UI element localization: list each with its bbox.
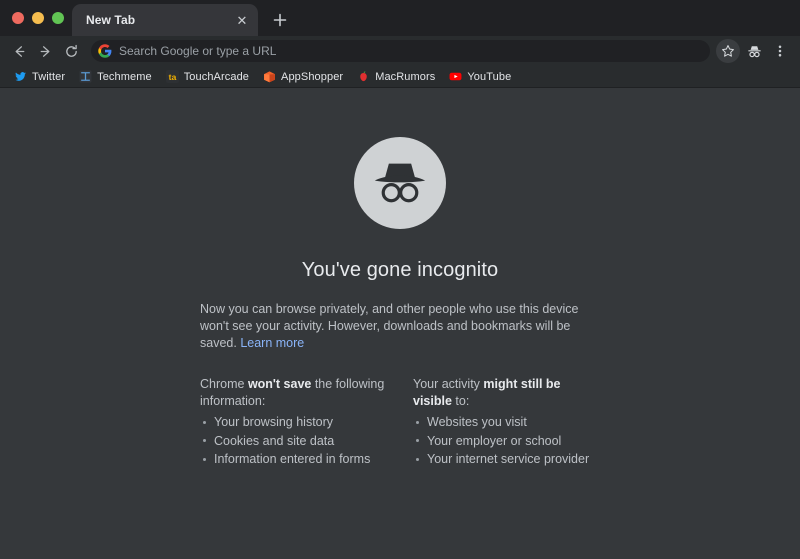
techmeme-icon <box>79 70 92 83</box>
window-maximize-button[interactable] <box>52 12 64 24</box>
bookmark-youtube[interactable]: YouTube <box>443 68 517 86</box>
macrumors-apple-icon <box>360 71 367 82</box>
browser-toolbar: Search Google or type a URL <box>0 36 800 66</box>
heading-suffix: to: <box>451 393 470 408</box>
info-columns: Chrome won't save the following informat… <box>200 376 600 470</box>
bookmarks-bar: Twitter Techmeme ta TouchArcade AppShopp… <box>0 66 800 88</box>
list-item: Your employer or school <box>413 433 600 449</box>
list-still-visible: Websites you visit Your employer or scho… <box>413 414 600 467</box>
list-item: Information entered in forms <box>200 451 387 467</box>
browser-window: New Tab ✕ Search Google or type a URL Tw… <box>0 0 800 559</box>
forward-button[interactable] <box>32 38 58 64</box>
tab-strip: New Tab ✕ <box>0 0 800 36</box>
learn-more-link[interactable]: Learn more <box>240 336 304 350</box>
page-title: You've gone incognito <box>301 259 499 281</box>
column-heading: Chrome won't save the following informat… <box>200 376 387 410</box>
youtube-icon <box>449 72 462 81</box>
window-close-button[interactable] <box>12 12 24 24</box>
bookmark-macrumors[interactable]: MacRumors <box>351 68 441 86</box>
incognito-avatar <box>354 137 446 229</box>
star-icon <box>722 45 734 57</box>
window-minimize-button[interactable] <box>32 12 44 24</box>
svg-text:ta: ta <box>168 72 176 82</box>
incognito-hat-glasses-icon <box>374 163 426 203</box>
heading-emphasis: won't save <box>247 376 312 391</box>
tab-new-tab[interactable]: New Tab ✕ <box>72 4 258 36</box>
bookmark-label: YouTube <box>467 70 512 83</box>
heading-prefix: Your activity <box>413 376 484 391</box>
plus-icon <box>273 13 287 27</box>
incognito-content: Now you can browse privately, and other … <box>200 301 600 470</box>
browser-menu-button[interactable] <box>768 39 792 63</box>
heading-prefix: Chrome <box>200 376 248 391</box>
appshopper-icon <box>264 71 275 83</box>
tab-close-icon[interactable]: ✕ <box>234 12 250 28</box>
bookmark-twitter[interactable]: Twitter <box>8 68 71 86</box>
list-item: Your browsing history <box>200 414 387 430</box>
incognito-icon <box>747 45 761 57</box>
twitter-bird-icon <box>15 72 26 81</box>
three-dot-menu-icon <box>778 45 782 57</box>
bookmark-appshopper[interactable]: AppShopper <box>257 68 349 86</box>
list-wont-save: Your browsing history Cookies and site d… <box>200 414 387 467</box>
bookmark-label: AppShopper <box>281 70 344 83</box>
reload-icon <box>65 44 77 57</box>
bookmark-label: TouchArcade <box>183 70 250 83</box>
omnibox-placeholder: Search Google or type a URL <box>119 44 277 58</box>
arrow-right-icon <box>40 45 49 57</box>
incognito-new-tab-page: You've gone incognito Now you can browse… <box>0 88 800 559</box>
list-item: Websites you visit <box>413 414 600 430</box>
column-heading: Your activity might still be visible to: <box>413 376 600 410</box>
tab-title: New Tab <box>86 13 136 27</box>
bookmark-label: MacRumors <box>375 70 436 83</box>
back-button[interactable] <box>6 38 32 64</box>
list-item: Cookies and site data <box>200 433 387 449</box>
bookmark-star-button[interactable] <box>716 39 740 63</box>
arrow-left-icon <box>15 45 24 57</box>
incognito-indicator-button[interactable] <box>742 39 766 63</box>
reload-button[interactable] <box>58 38 84 64</box>
toolbar-actions <box>716 39 792 63</box>
window-traffic-lights <box>8 0 70 36</box>
column-wont-save: Chrome won't save the following informat… <box>200 376 387 470</box>
omnibox[interactable]: Search Google or type a URL <box>91 40 710 62</box>
bookmark-toucharcade[interactable]: ta TouchArcade <box>160 68 255 86</box>
column-still-visible: Your activity might still be visible to:… <box>413 376 600 470</box>
bookmark-techmeme[interactable]: Techmeme <box>73 68 158 86</box>
new-tab-button[interactable] <box>266 6 294 34</box>
toucharcade-icon: ta <box>165 70 179 83</box>
list-item: Your internet service provider <box>413 451 600 467</box>
google-g-icon <box>98 44 112 58</box>
intro-paragraph: Now you can browse privately, and other … <box>200 301 600 352</box>
bookmark-label: Techmeme <box>97 70 152 83</box>
bookmark-label: Twitter <box>32 70 66 83</box>
